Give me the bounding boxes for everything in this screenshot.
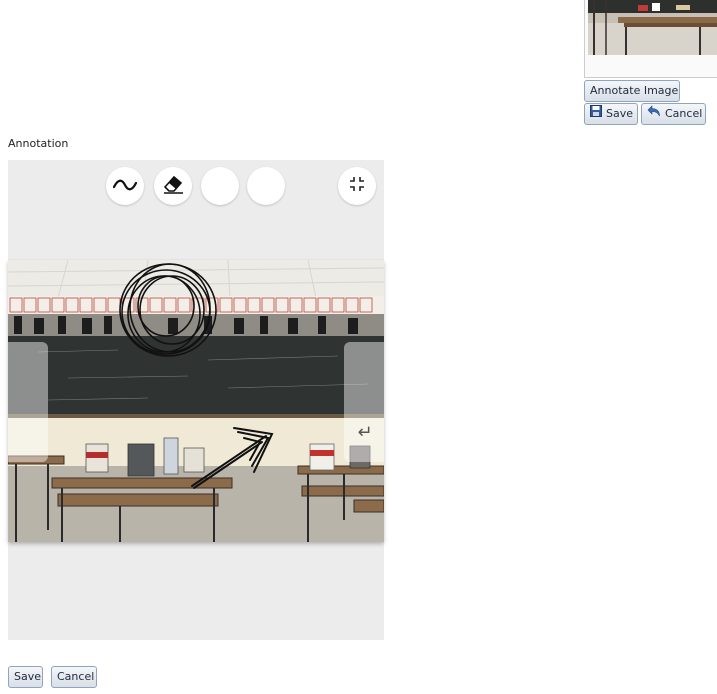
undo-arrow-icon xyxy=(647,104,661,124)
annotate-image-button[interactable]: Annotate Image xyxy=(584,80,680,102)
annotated-photo[interactable] xyxy=(8,260,384,542)
enter-icon[interactable]: ↵ xyxy=(351,420,379,444)
freehand-draw-tool[interactable] xyxy=(106,167,144,205)
eraser-tool[interactable] xyxy=(154,167,192,205)
blank-tool-1[interactable] xyxy=(201,167,239,205)
annotation-canvas[interactable]: ↵ xyxy=(8,160,384,640)
thumbnail-image xyxy=(588,0,717,55)
cancel-button[interactable]: Cancel xyxy=(51,666,97,688)
exit-fullscreen-icon xyxy=(349,176,365,196)
exit-fullscreen-button[interactable] xyxy=(338,167,376,205)
annotation-label: Annotation xyxy=(8,137,69,150)
thumbnail-save-button[interactable]: Save xyxy=(584,103,638,125)
cancel-label: Cancel xyxy=(57,670,95,683)
page: Annotate Image Save Cancel Annotation ↵ … xyxy=(0,0,717,694)
image-thumbnail-panel xyxy=(584,0,717,78)
floppy-disk-icon xyxy=(590,104,602,124)
thumbnail-save-label: Save xyxy=(606,107,634,120)
eraser-icon xyxy=(161,173,185,199)
thumbnail-cancel-button[interactable]: Cancel xyxy=(641,103,706,125)
freehand-draw-icon xyxy=(112,177,138,196)
annotate-image-label: Annotate Image xyxy=(590,84,679,97)
save-label: Save xyxy=(14,670,42,683)
next-image-handle[interactable] xyxy=(344,342,384,462)
thumbnail-cancel-label: Cancel xyxy=(665,107,703,120)
blank-tool-2[interactable] xyxy=(247,167,285,205)
save-button[interactable]: Save xyxy=(8,666,43,688)
previous-image-handle[interactable] xyxy=(8,342,48,462)
